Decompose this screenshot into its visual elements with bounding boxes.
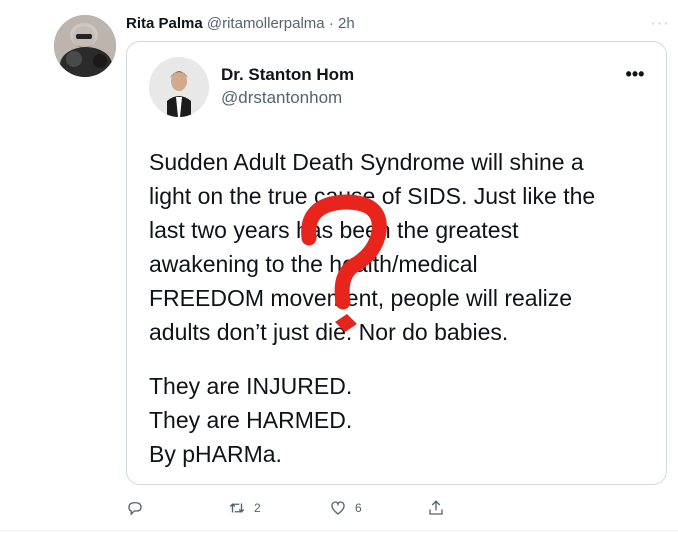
tweet-divider [0,530,678,531]
tweet[interactable]: Rita Palma @ritamollerpalma · 2h ··· Dr.… [0,0,678,533]
header-separator: · [328,15,334,32]
text-line: awakening to the health/medical [149,251,478,277]
share-icon [429,500,443,515]
quoted-author-avatar[interactable] [149,57,209,117]
like-button[interactable]: 6 [329,497,362,519]
quoted-tweet-card[interactable]: Dr. Stanton Hom @drstantonhom ••• Sudden… [126,41,667,485]
quoted-author-name[interactable]: Dr. Stanton Hom [221,64,354,86]
reply-icon [128,502,142,516]
retweet-count: 2 [254,501,261,515]
share-button[interactable] [427,497,445,519]
author-avatar-image [54,15,116,77]
quoted-tweet-text: Sudden Adult Death Syndrome will shine a… [149,145,659,471]
heart-icon [331,501,345,515]
tweet-actions: 2 6 [126,497,566,519]
text-line: They are INJURED. [149,373,353,399]
text-line: By pHARMa. [149,441,282,467]
tweet-header: Rita Palma @ritamollerpalma · 2h [126,14,355,34]
text-line: Sudden Adult Death Syndrome will shine a [149,149,584,175]
quoted-more-options-icon: ••• [625,64,645,84]
reply-button[interactable] [126,497,144,519]
like-count: 6 [355,501,362,515]
text-line: FREEDOM movement, people will realize [149,285,573,311]
author-avatar[interactable] [54,15,116,77]
retweet-button[interactable]: 2 [228,497,261,519]
text-line: last two years has been the greatest [149,217,519,243]
quoted-author-handle[interactable]: @drstantonhom [221,87,342,109]
quoted-author-avatar-image [149,57,209,117]
text-line: They are HARMED. [149,407,353,433]
text-line: light on the true cause of SIDS. Just li… [149,183,596,209]
author-name[interactable]: Rita Palma [126,15,203,32]
retweet-icon [229,503,245,513]
quoted-tweet-content: Dr. Stanton Hom @drstantonhom ••• Sudden… [127,42,666,484]
tweet-timestamp[interactable]: 2h [338,15,355,32]
text-line: adults don’t just die. Nor do babies. [149,319,509,345]
more-options-icon[interactable]: ··· [650,14,670,34]
author-handle[interactable]: @ritamollerpalma [207,15,325,32]
